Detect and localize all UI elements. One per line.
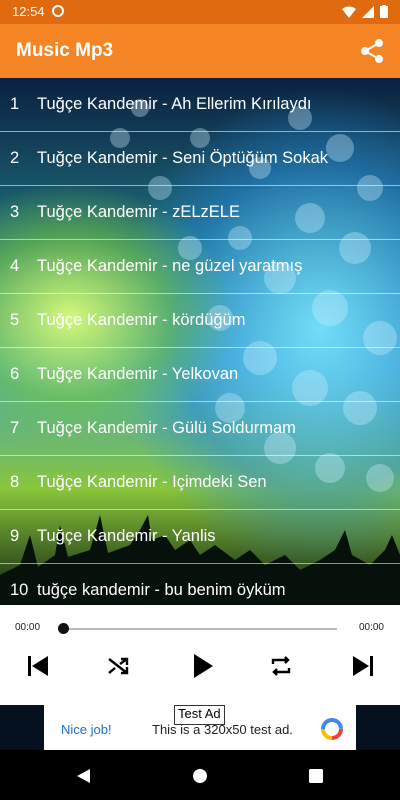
song-number: 9: [10, 527, 20, 545]
song-row[interactable]: 10 tuğçe kandemir - bu benim öyküm: [0, 564, 400, 605]
repeat-icon[interactable]: [264, 649, 298, 683]
song-row[interactable]: 4 Tuğçe Kandemir - ne güzel yaratmış: [0, 240, 400, 294]
song-row[interactable]: 8 Tuğçe Kandemir - Içimdeki Sen: [0, 456, 400, 510]
song-title: Tuğçe Kandemir - Yelkovan: [37, 365, 239, 383]
song-row[interactable]: 1 Tuğçe Kandemir - Ah Ellerim Kırılaydı: [0, 78, 400, 132]
ad-label: Test Ad: [174, 705, 225, 725]
song-row[interactable]: 2 Tuğçe Kandemir - Seni Öptüğüm Sokak: [0, 132, 400, 186]
ad-nice-text: Nice job!: [61, 722, 112, 737]
song-title: Tuğçe Kandemir - ne güzel yaratmış: [37, 257, 303, 275]
song-title: Tuğçe Kandemir - Yanlis: [37, 527, 216, 545]
status-icons: [342, 5, 388, 18]
song-title: tuğçe kandemir - bu benim öyküm: [37, 581, 286, 599]
skip-next-icon[interactable]: [346, 649, 380, 683]
app-bar: Music Mp3: [0, 24, 400, 78]
song-title: Tuğçe Kandemir - Seni Öptüğüm Sokak: [37, 149, 329, 167]
song-number: 6: [10, 365, 20, 383]
song-number: 2: [10, 149, 20, 167]
current-time: 00:00: [15, 622, 41, 633]
share-icon[interactable]: [358, 37, 386, 65]
player-panel: 00:00 00:00: [0, 605, 400, 705]
song-list: 1 Tuğçe Kandemir - Ah Ellerim Kırılaydı …: [0, 78, 400, 605]
song-title: Tuğçe Kandemir - zELzELE: [37, 203, 240, 221]
play-icon[interactable]: [185, 649, 219, 683]
song-row[interactable]: 6 Tuğçe Kandemir - Yelkovan: [0, 348, 400, 402]
song-number: 7: [10, 419, 20, 437]
shuffle-icon[interactable]: [101, 649, 135, 683]
back-icon[interactable]: [74, 767, 92, 785]
seek-thumb[interactable]: [58, 623, 69, 634]
song-title: Tuğçe Kandemir - Gülü Soldurmam: [37, 419, 296, 437]
song-row[interactable]: 3 Tuğçe Kandemir - zELzELE: [0, 186, 400, 240]
song-title: Tuğçe Kandemir - Ah Ellerim Kırılaydı: [37, 95, 312, 113]
notification-app-icon: [52, 5, 64, 17]
song-row[interactable]: 7 Tuğçe Kandemir - Gülü Soldurmam: [0, 402, 400, 456]
home-icon[interactable]: [191, 767, 209, 785]
recents-icon[interactable]: [307, 767, 325, 785]
song-number: 8: [10, 473, 20, 491]
song-number: 3: [10, 203, 20, 221]
ad-logo-icon: [321, 718, 343, 740]
song-number: 4: [10, 257, 20, 275]
song-title: Tuğçe Kandemir - Içimdeki Sen: [37, 473, 267, 491]
song-row[interactable]: 9 Tuğçe Kandemir - Yanlis: [0, 510, 400, 564]
app-title: Music Mp3: [16, 40, 114, 61]
battery-icon: [380, 5, 388, 18]
total-time: 00:00: [358, 622, 384, 633]
wifi-icon: [342, 6, 356, 18]
skip-previous-icon[interactable]: [21, 649, 55, 683]
song-row[interactable]: 5 Tuğçe Kandemir - kördüğüm: [0, 294, 400, 348]
system-nav-bar: [0, 750, 400, 800]
status-time: 12:54: [12, 4, 45, 19]
song-number: 1: [10, 95, 20, 113]
song-title: Tuğçe Kandemir - kördüğüm: [37, 311, 246, 329]
status-bar: 12:54: [0, 0, 400, 24]
signal-icon: [362, 5, 374, 18]
song-number: 5: [10, 311, 20, 329]
song-number: 10: [10, 581, 29, 599]
seek-bar[interactable]: [62, 628, 337, 630]
